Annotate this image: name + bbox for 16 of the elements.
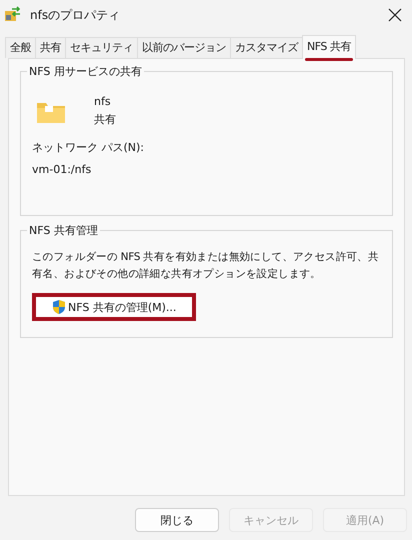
tab[interactable]: 全般 <box>5 37 36 58</box>
share-status: 共有 <box>94 112 116 128</box>
shield-icon <box>52 299 66 315</box>
close-icon[interactable] <box>388 8 402 22</box>
description-text: このフォルダーの NFS 共有を有効または無効にして、アクセス許可、共有名、およびその他の詳細な共有オプションを設定します。 <box>32 250 380 282</box>
manage-nfs-share-button[interactable]: NFS 共有の管理(M)... <box>36 297 192 317</box>
window-title: nfsのプロパティ <box>30 6 120 24</box>
folder-icon <box>36 100 66 124</box>
group-title: NFS 用サービスの共有 <box>27 64 144 80</box>
group-title: NFS 共有管理 <box>27 223 100 239</box>
tab[interactable]: NFS 共有 <box>302 35 356 59</box>
dialog-button[interactable]: 閉じる <box>135 508 219 532</box>
network-path-label: ネットワーク パス(N): <box>32 140 146 156</box>
network-path-value: vm-01:/nfs <box>32 162 92 178</box>
folder-share-icon <box>4 6 22 24</box>
folder-name: nfs <box>94 94 112 110</box>
